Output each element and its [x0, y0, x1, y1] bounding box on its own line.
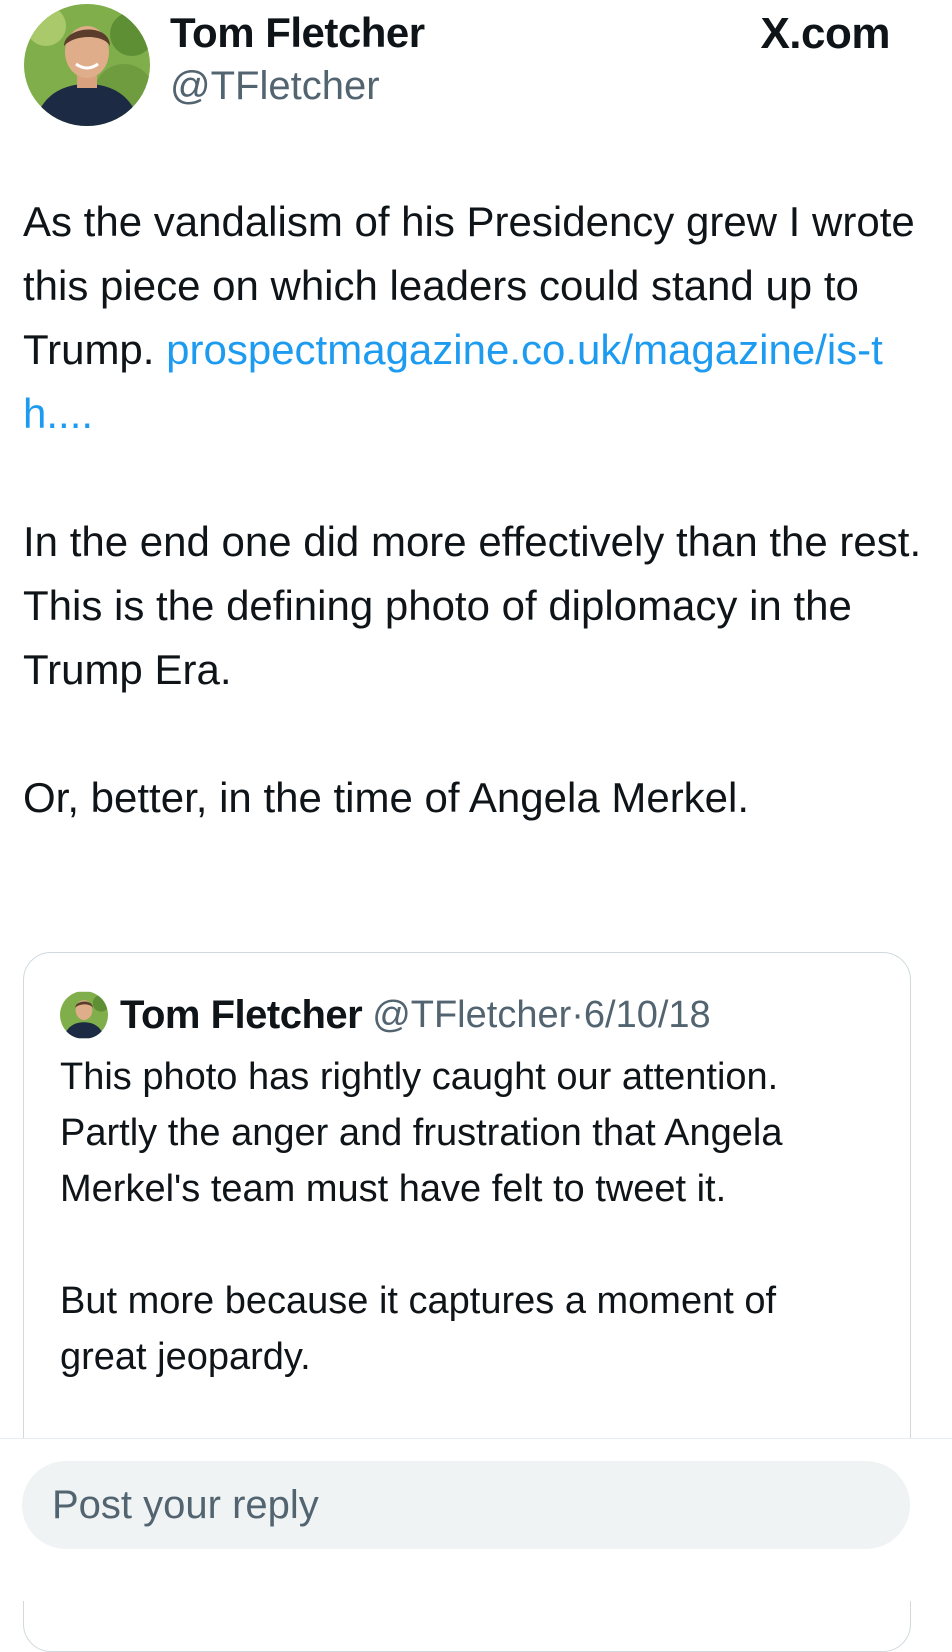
quoted-separator: · [571, 993, 584, 1036]
brand-logo: X.com [760, 9, 890, 58]
post-text-3: Or, better, in the time of Angela Merkel… [23, 774, 750, 821]
author-name[interactable]: Tom Fletcher [170, 8, 425, 58]
author-handle[interactable]: @TFletcher [170, 62, 380, 110]
quoted-text-1: This photo has rightly caught our attent… [60, 1056, 783, 1210]
quoted-author-handle: @TFletcher [372, 993, 572, 1036]
post-body: As the vandalism of his Presidency grew … [23, 190, 923, 830]
quoted-date: 6/10/18 [583, 993, 711, 1036]
quoted-author-name: Tom Fletcher [120, 992, 363, 1037]
reply-bar [0, 1438, 952, 1601]
author-avatar[interactable] [24, 4, 150, 126]
quoted-post-body: This photo has rightly caught our attent… [60, 1049, 870, 1385]
quoted-avatar-photo [60, 991, 108, 1039]
avatar-photo [24, 4, 150, 126]
reply-input[interactable] [22, 1461, 910, 1549]
post-text-2: In the end one did more effectively than… [23, 518, 922, 693]
quoted-author-avatar [60, 991, 108, 1039]
quoted-text-2: But more because it captures a moment of… [60, 1280, 777, 1378]
post-text-paragraph: As the vandalism of his Presidency grew … [23, 190, 923, 446]
quoted-post-header: Tom Fletcher @TFletcher · 6/10/18 [60, 991, 711, 1039]
